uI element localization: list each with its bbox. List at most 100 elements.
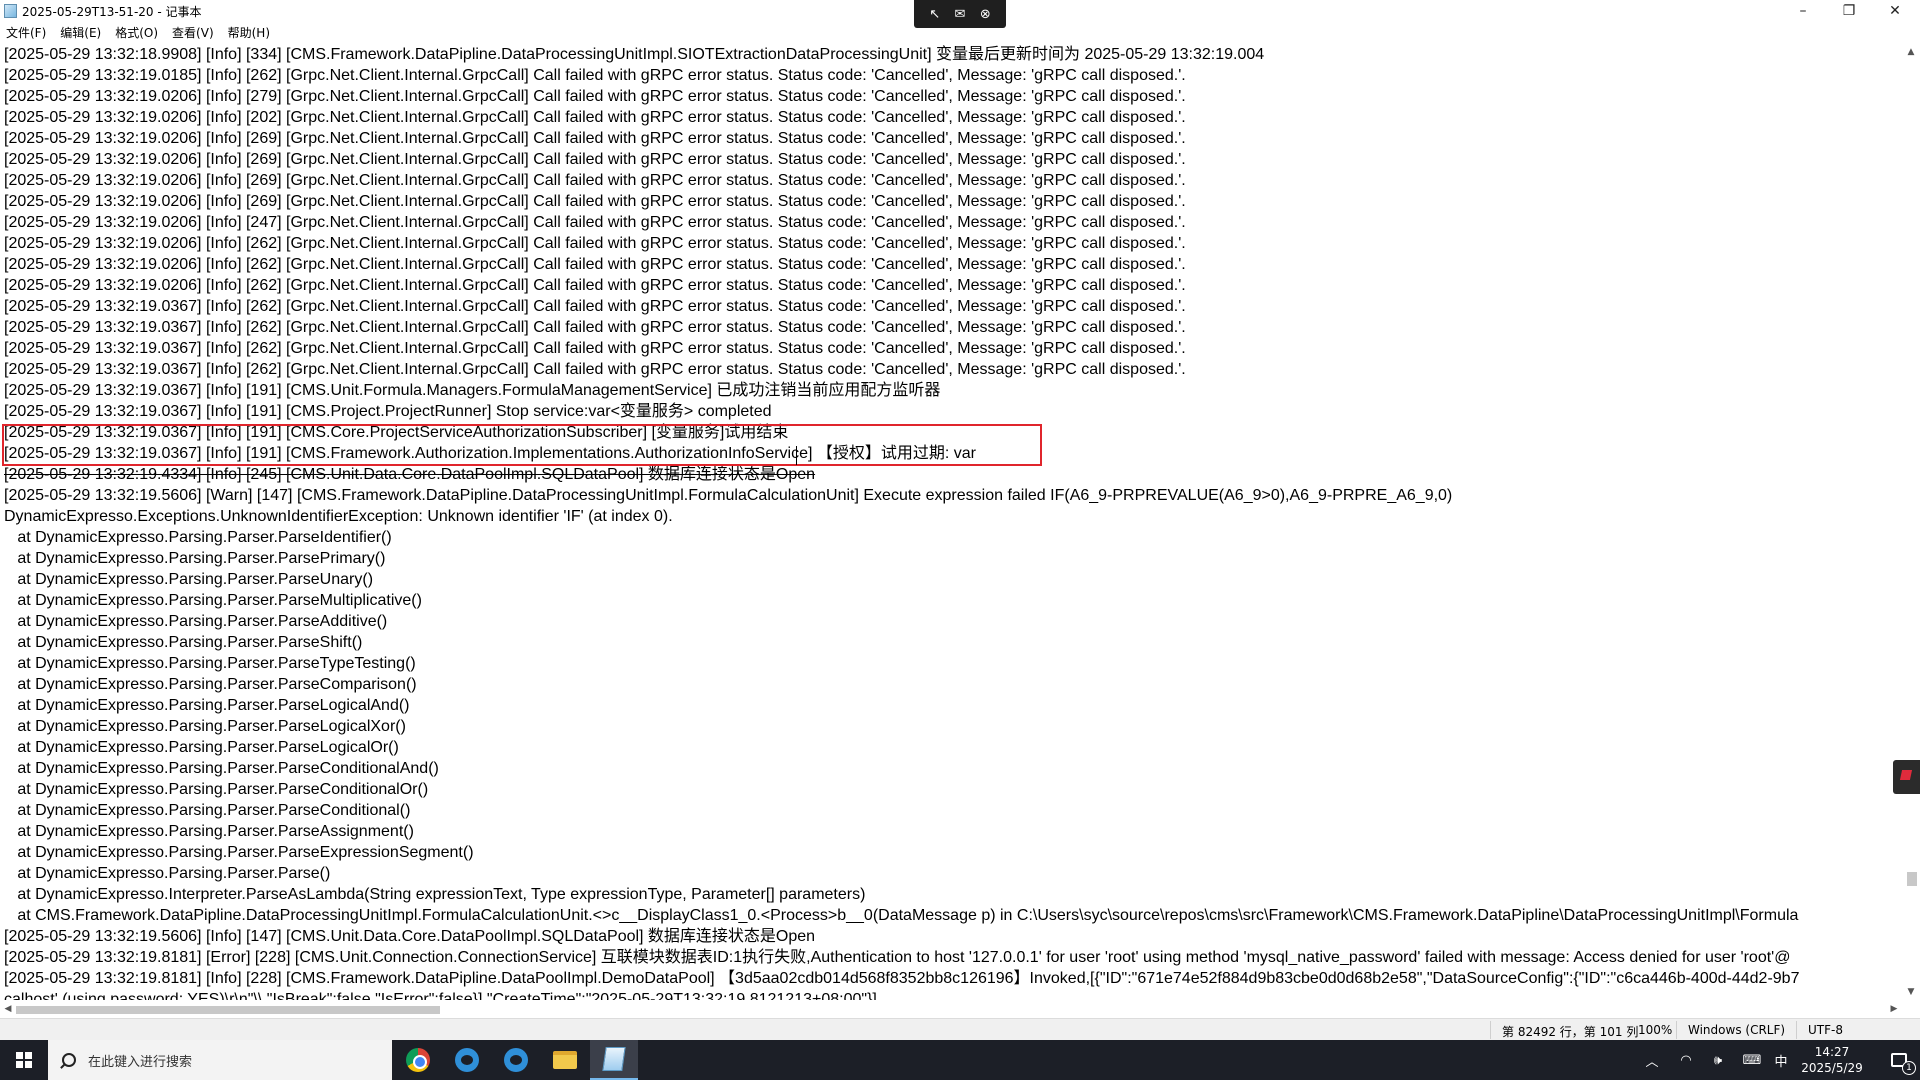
- windows-logo-icon: [16, 1052, 32, 1068]
- taskbar-notepad[interactable]: [590, 1040, 638, 1080]
- chrome-icon: [406, 1048, 430, 1072]
- text-line: [2025-05-29 13:32:19.0367] [Info] [191] …: [4, 403, 772, 420]
- taskbar-file-explorer[interactable]: [541, 1040, 589, 1080]
- text-line: [2025-05-29 13:32:19.4334] [Info] [245] …: [4, 466, 816, 483]
- notepad-icon: [4, 4, 17, 18]
- text-line: [2025-05-29 13:32:19.5606] [Warn] [147] …: [4, 487, 1453, 504]
- horizontal-scrollbar[interactable]: ◀ ▶: [0, 1000, 1902, 1018]
- text-line: at DynamicExpresso.Parsing.Parser.ParseL…: [4, 697, 410, 714]
- text-line: [2025-05-29 13:32:19.0367] [Info] [262] …: [4, 319, 1186, 336]
- status-divider: [1490, 1021, 1491, 1039]
- text-line: at DynamicExpresso.Parsing.Parser.ParseC…: [4, 676, 417, 693]
- notification-icon: 1: [1891, 1053, 1916, 1075]
- close-circle-icon[interactable]: ⊗: [975, 7, 995, 22]
- status-divider: [1796, 1021, 1797, 1039]
- menu-bar: 文件(F) 编辑(E) 格式(O) 查看(V) 帮助(H): [0, 22, 1920, 42]
- text-line: at DynamicExpresso.Parsing.Parser.ParseL…: [4, 739, 399, 756]
- cursor-icon[interactable]: ↖: [925, 7, 945, 22]
- text-line: at DynamicExpresso.Parsing.Parser.ParseE…: [4, 844, 474, 861]
- text-line: at DynamicExpresso.Parsing.Parser.ParseI…: [4, 529, 392, 546]
- menu-edit[interactable]: 编辑(E): [60, 24, 101, 41]
- scroll-right-icon[interactable]: ▶: [1886, 1001, 1902, 1017]
- menu-format[interactable]: 格式(O): [115, 24, 158, 41]
- text-line: at DynamicExpresso.Parsing.Parser.ParseT…: [4, 655, 416, 672]
- network-icon[interactable]: ◠: [1672, 1040, 1700, 1080]
- chevron-up-icon[interactable]: ︿: [1638, 1040, 1666, 1080]
- text-line: at DynamicExpresso.Parsing.Parser.ParseM…: [4, 592, 422, 609]
- mail-icon[interactable]: ✉: [950, 7, 970, 22]
- highlight-annotation-box: [2, 424, 1042, 466]
- volume-icon[interactable]: 🕪: [1704, 1040, 1732, 1080]
- text-line: at DynamicExpresso.Parsing.Parser.ParseU…: [4, 571, 374, 588]
- text-line: at DynamicExpresso.Parsing.Parser.ParseC…: [4, 760, 439, 777]
- menu-help[interactable]: 帮助(H): [228, 24, 270, 41]
- search-placeholder: 在此键入进行搜索: [88, 1054, 193, 1070]
- text-line: [2025-05-29 13:32:19.8181] [Info] [228] …: [4, 970, 1800, 987]
- text-line: calhost' (using password: YES)\r\n"\\ "I…: [4, 991, 877, 1000]
- clock-time: 14:27: [1814, 1045, 1850, 1059]
- close-button[interactable]: ✕: [1872, 0, 1918, 22]
- text-line: [2025-05-29 13:32:18.9908] [Info] [334] …: [4, 46, 1265, 63]
- taskbar-chrome[interactable]: [394, 1040, 442, 1080]
- text-line: [2025-05-29 13:32:19.0206] [Info] [262] …: [4, 277, 1186, 294]
- encoding: UTF-8: [1808, 1023, 1843, 1037]
- taskbar-search-box[interactable]: 在此键入进行搜索: [48, 1040, 392, 1080]
- text-line: [2025-05-29 13:32:19.0206] [Info] [262] …: [4, 235, 1186, 252]
- text-editor[interactable]: [2025-05-29 13:32:18.9908] [Info] [334] …: [0, 44, 1902, 1000]
- status-divider: [1676, 1021, 1677, 1039]
- edge-icon: [455, 1048, 479, 1072]
- scroll-down-icon[interactable]: ▼: [1902, 984, 1920, 1000]
- text-line: [2025-05-29 13:32:19.5606] [Info] [147] …: [4, 928, 816, 945]
- cursor-position: 第 82492 行，第 101 列: [1502, 1025, 1639, 1039]
- text-line: [2025-05-29 13:32:19.0206] [Info] [247] …: [4, 214, 1186, 231]
- notification-count: 1: [1902, 1061, 1916, 1075]
- taskbar-edge-1[interactable]: [443, 1040, 491, 1080]
- text-line: [2025-05-29 13:32:19.0206] [Info] [269] …: [4, 151, 1186, 168]
- scroll-up-icon[interactable]: ▲: [1902, 44, 1920, 60]
- line-ending: Windows (CRLF): [1688, 1023, 1786, 1037]
- zoom-level: 100%: [1638, 1023, 1673, 1037]
- text-line: [2025-05-29 13:32:19.0367] [Info] [262] …: [4, 340, 1186, 357]
- scrollbar-thumb[interactable]: [1907, 872, 1917, 886]
- start-button[interactable]: [0, 1040, 48, 1080]
- text-line: at DynamicExpresso.Interpreter.ParseAsLa…: [4, 886, 866, 903]
- text-line: at DynamicExpresso.Parsing.Parser.ParseA…: [4, 613, 388, 630]
- text-line: at CMS.Framework.DataPipline.DataProcess…: [4, 907, 1799, 924]
- search-icon: [62, 1053, 76, 1067]
- text-line: [2025-05-29 13:32:19.0367] [Info] [262] …: [4, 298, 1186, 315]
- text-line: DynamicExpresso.Exceptions.UnknownIdenti…: [4, 508, 673, 525]
- clock-date: 2025/5/29: [1801, 1061, 1863, 1075]
- taskbar-edge-2[interactable]: [492, 1040, 540, 1080]
- text-line: at DynamicExpresso.Parsing.Parser.ParseA…: [4, 823, 414, 840]
- text-line: at DynamicExpresso.Parsing.Parser.Parse(…: [4, 865, 331, 882]
- text-caret: [796, 446, 797, 465]
- text-line: [2025-05-29 13:32:19.0206] [Info] [269] …: [4, 193, 1186, 210]
- maximize-button[interactable]: ❐: [1826, 0, 1872, 22]
- notification-button[interactable]: 1: [1878, 1040, 1920, 1080]
- window-title: 2025-05-29T13-51-20 - 记事本: [22, 5, 202, 19]
- text-line: at DynamicExpresso.Parsing.Parser.ParseC…: [4, 781, 429, 798]
- folder-icon: [553, 1051, 577, 1069]
- keyboard-icon[interactable]: ⌨: [1736, 1040, 1768, 1080]
- text-line: [2025-05-29 13:32:19.0185] [Info] [262] …: [4, 67, 1186, 84]
- taskbar: 在此键入进行搜索 ︿ ◠ 🕪 ⌨ 中 14:27 2025/5/29 1: [0, 1040, 1920, 1080]
- text-line: [2025-05-29 13:32:19.0367] [Info] [191] …: [4, 382, 941, 399]
- text-line: [2025-05-29 13:32:19.0206] [Info] [279] …: [4, 88, 1186, 105]
- flag-icon[interactable]: [1893, 760, 1920, 794]
- text-line: at DynamicExpresso.Parsing.Parser.ParseC…: [4, 802, 411, 819]
- menu-view[interactable]: 查看(V): [172, 24, 214, 41]
- text-line: [2025-05-29 13:32:19.8181] [Error] [228]…: [4, 949, 1791, 966]
- scroll-left-icon[interactable]: ◀: [0, 1001, 16, 1017]
- text-line: at DynamicExpresso.Parsing.Parser.ParseP…: [4, 550, 386, 567]
- menu-file[interactable]: 文件(F): [6, 24, 46, 41]
- status-bar: 第 82492 行，第 101 列 100% Windows (CRLF) UT…: [0, 1018, 1920, 1040]
- text-line: at DynamicExpresso.Parsing.Parser.ParseS…: [4, 634, 363, 651]
- text-line: [2025-05-29 13:32:19.0206] [Info] [262] …: [4, 256, 1186, 273]
- scrollbar-thumb[interactable]: [16, 1006, 440, 1014]
- ime-indicator[interactable]: 中: [1770, 1040, 1792, 1080]
- text-line: [2025-05-29 13:32:19.0206] [Info] [269] …: [4, 172, 1186, 189]
- minimize-button[interactable]: –: [1780, 0, 1826, 22]
- text-line: [2025-05-29 13:32:19.0367] [Info] [262] …: [4, 361, 1186, 378]
- taskbar-clock[interactable]: 14:27 2025/5/29: [1792, 1044, 1872, 1076]
- vertical-scrollbar[interactable]: ▲ ▼: [1902, 44, 1920, 1000]
